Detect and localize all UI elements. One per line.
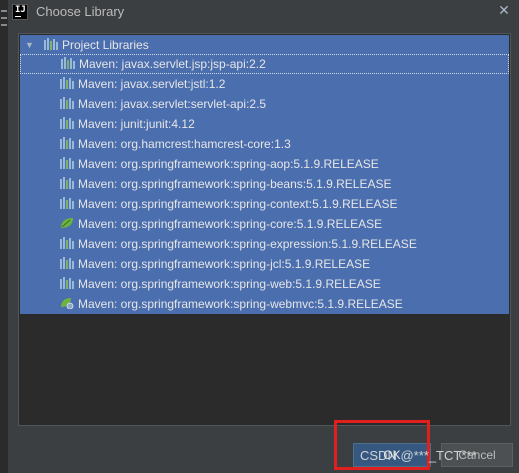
library-icon (60, 157, 74, 169)
chevron-down-icon[interactable]: ▼ (25, 40, 35, 50)
spring-web-icon (60, 297, 74, 309)
library-icon (60, 237, 74, 249)
close-icon[interactable]: ✕ (495, 2, 513, 20)
library-item-label: Maven: javax.servlet.jsp:jsp-api:2.2 (79, 57, 266, 71)
library-list-item[interactable]: Maven: junit:junit:4.12 (20, 114, 509, 134)
library-icon (60, 257, 74, 269)
library-icon (60, 177, 74, 189)
library-list-item[interactable]: Maven: javax.servlet:servlet-api:2.5 (20, 94, 509, 114)
library-item-label: Maven: javax.servlet:jstl:1.2 (78, 77, 226, 91)
tree-root-project-libraries[interactable]: ▼ Project Libraries (20, 35, 509, 55)
library-icon (60, 197, 74, 209)
library-icon (60, 277, 74, 289)
library-icon (60, 77, 74, 89)
library-list-item[interactable]: Maven: org.springframework:spring-aop:5.… (20, 154, 509, 174)
cancel-button[interactable]: Cancel (441, 443, 513, 467)
library-item-label: Maven: javax.servlet:servlet-api:2.5 (78, 97, 267, 111)
library-item-label: Maven: org.springframework:spring-aop:5.… (78, 157, 379, 171)
library-icon (44, 38, 58, 50)
title-bar: IJ Choose Library ✕ (8, 0, 519, 26)
library-icon (61, 57, 75, 69)
library-list-item[interactable]: Maven: org.hamcrest:hamcrest-core:1.3 (20, 134, 509, 154)
ok-button[interactable]: OK (353, 443, 431, 467)
library-item-label: Maven: org.springframework:spring-expres… (78, 237, 417, 251)
library-item-label: Maven: org.springframework:spring-beans:… (78, 177, 392, 191)
library-item-label: Maven: org.hamcrest:hamcrest-core:1.3 (78, 137, 291, 151)
library-list-item[interactable]: Maven: org.springframework:spring-webmvc… (20, 294, 509, 314)
app-icon-text: IJ (15, 5, 26, 15)
gutter-mark (1, 24, 7, 26)
tree-root-label: Project Libraries (62, 38, 149, 52)
library-icon (60, 117, 74, 129)
library-item-label: Maven: org.springframework:spring-web:5.… (78, 277, 381, 291)
library-item-label: Maven: org.springframework:spring-contex… (78, 197, 398, 211)
library-list-item[interactable]: Maven: org.springframework:spring-beans:… (20, 174, 509, 194)
dialog-footer: OK Cancel (8, 426, 519, 473)
library-icon (60, 137, 74, 149)
library-list-item[interactable]: Maven: org.springframework:spring-jcl:5.… (20, 254, 509, 274)
library-tree[interactable]: ▼ Project Libraries Maven: javax.servlet.j… (18, 33, 511, 426)
library-list-item[interactable]: Maven: org.springframework:spring-web:5.… (20, 274, 509, 294)
library-list-item[interactable]: Maven: org.springframework:spring-contex… (20, 194, 509, 214)
library-item-label: Maven: org.springframework:spring-webmvc… (78, 297, 403, 311)
library-item-label: Maven: org.springframework:spring-core:5… (78, 217, 383, 231)
library-list-item[interactable]: Maven: javax.servlet:jstl:1.2 (20, 74, 509, 94)
library-icon (60, 97, 74, 109)
dialog-title: Choose Library (36, 4, 125, 19)
gutter-mark (1, 17, 7, 19)
gutter-mark (1, 10, 7, 12)
library-list-item[interactable]: Maven: org.springframework:spring-core:5… (20, 214, 509, 234)
choose-library-dialog: IJ Choose Library ✕ ▼ Project Libraries Ma… (8, 0, 519, 473)
library-list-item[interactable]: Maven: javax.servlet.jsp:jsp-api:2.2 (20, 54, 509, 74)
spring-leaf-icon (60, 217, 74, 229)
library-item-label: Maven: org.springframework:spring-jcl:5.… (78, 257, 371, 271)
intellij-app-icon: IJ (12, 4, 28, 20)
library-list-item[interactable]: Maven: org.springframework:spring-expres… (20, 234, 509, 254)
library-item-label: Maven: junit:junit:4.12 (78, 117, 195, 131)
